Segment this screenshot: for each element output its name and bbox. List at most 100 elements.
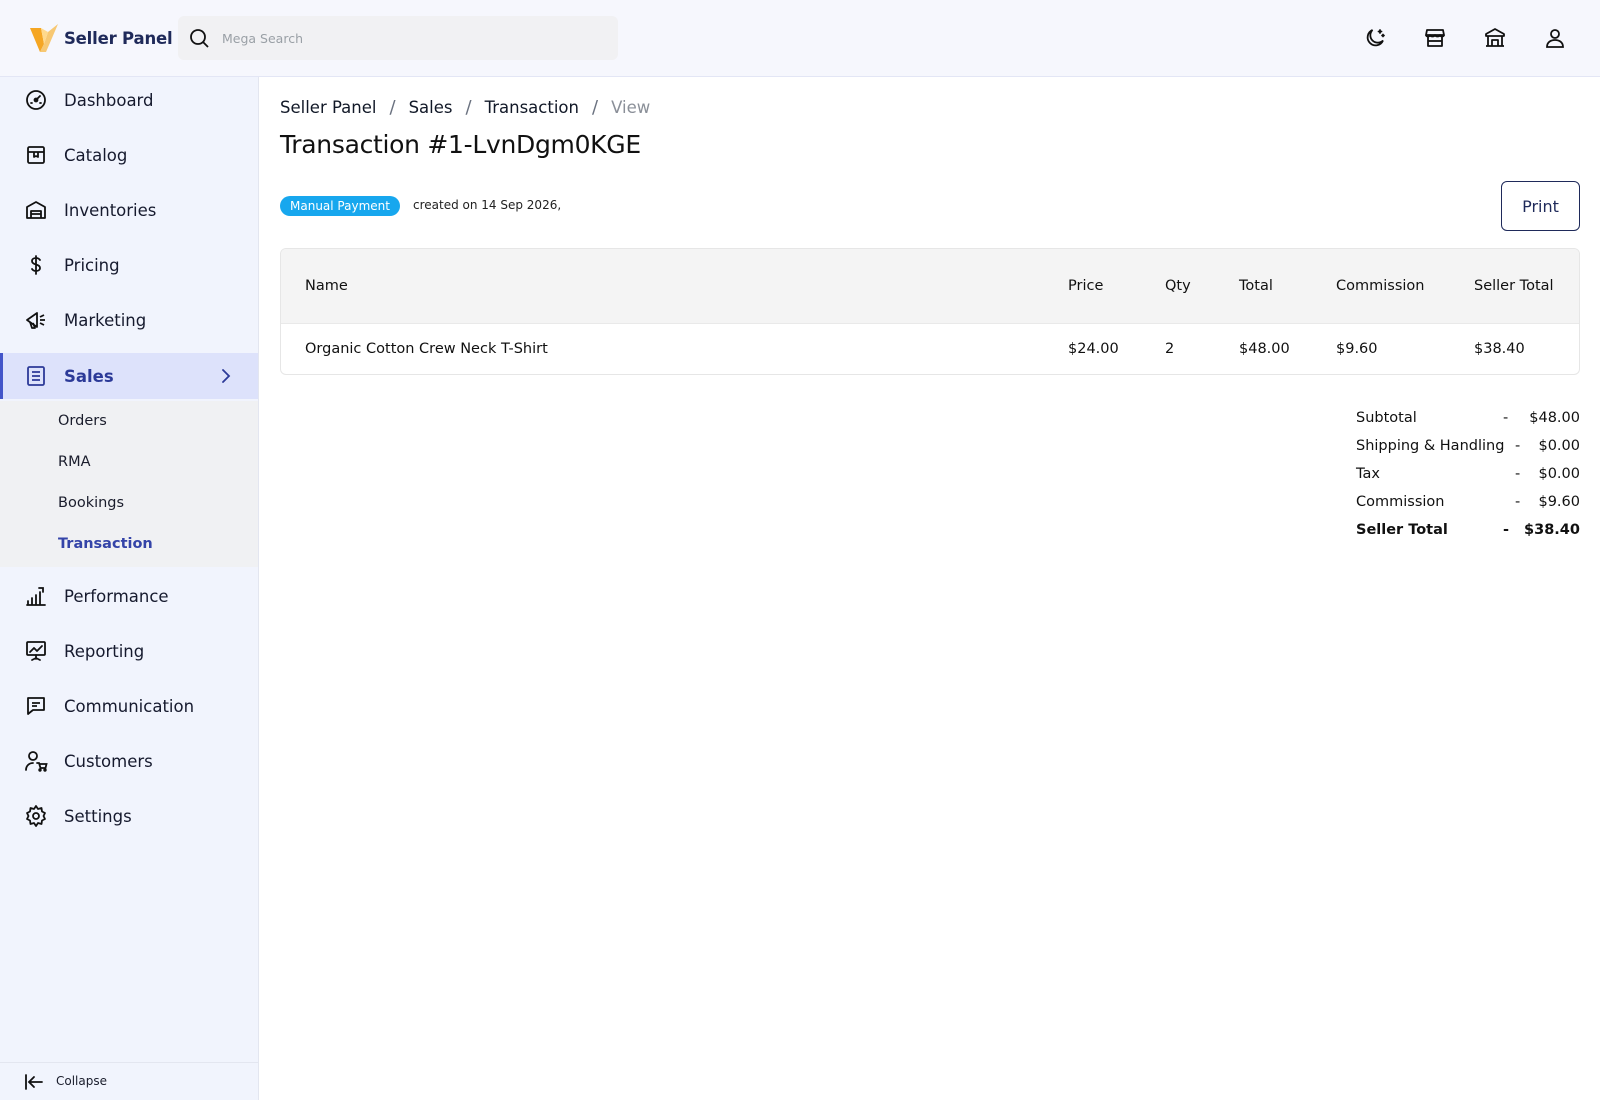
transaction-items-table: Name Price Qty Total Commission Seller T… (280, 248, 1580, 375)
sales-submenu: Orders RMA Bookings Transaction (0, 401, 258, 567)
main-content: Seller Panel / Sales / Transaction / Vie… (259, 77, 1600, 1100)
column-header-price: Price (1068, 277, 1104, 294)
sidebar-item-marketing[interactable]: Marketing (0, 297, 258, 343)
megaphone-icon (24, 308, 48, 332)
table-row: Organic Cotton Crew Neck T-Shirt $24.00 … (281, 323, 1579, 374)
collapse-arrow-icon (24, 1073, 44, 1091)
sidebar-item-catalog[interactable]: Catalog (0, 132, 258, 178)
totals-label: Subtotal (1356, 410, 1417, 426)
brand[interactable]: Seller Panel (28, 22, 173, 54)
cell-price: $24.00 (1068, 341, 1119, 358)
totals-separator: - (1503, 522, 1510, 538)
breadcrumb: Seller Panel / Sales / Transaction / Vie… (280, 97, 650, 118)
chat-icon (24, 694, 48, 718)
chevron-right-icon (216, 366, 236, 386)
print-button[interactable]: Print (1501, 181, 1580, 231)
sidebar-item-label: Catalog (64, 145, 128, 165)
sidebar-item-label: Inventories (64, 200, 157, 220)
totals-value: $0.00 (1538, 466, 1580, 482)
totals-separator: - (1503, 410, 1509, 426)
totals-separator: - (1515, 466, 1521, 482)
box-icon (24, 143, 48, 167)
moon-icon[interactable] (1362, 25, 1388, 51)
cell-total: $48.00 (1239, 341, 1290, 358)
sidebar-item-label: Sales (64, 366, 114, 386)
table-header-row: Name Price Qty Total Commission Seller T… (281, 249, 1579, 323)
user-icon[interactable] (1542, 25, 1568, 51)
search-input[interactable] (222, 26, 602, 50)
sidebar-item-dashboard[interactable]: Dashboard (0, 77, 258, 123)
payment-method-badge: Manual Payment (280, 196, 400, 216)
cell-name: Organic Cotton Crew Neck T-Shirt (305, 341, 548, 358)
created-date: created on 14 Sep 2026, (413, 198, 562, 212)
breadcrumb-transaction[interactable]: Transaction (485, 98, 579, 117)
sidebar-item-customers[interactable]: Customers (0, 738, 258, 784)
column-header-commission: Commission (1336, 277, 1425, 294)
top-header: Seller Panel (0, 0, 1600, 77)
cell-seller-total: $38.40 (1474, 341, 1525, 358)
gear-icon (24, 804, 48, 828)
dollar-icon (24, 253, 48, 277)
totals-value: $38.40 (1524, 522, 1580, 538)
sidebar-item-inventories[interactable]: Inventories (0, 187, 258, 233)
submenu-item-bookings[interactable]: Bookings (58, 495, 124, 511)
brand-logo-icon (28, 22, 60, 54)
totals-label: Shipping & Handling (1356, 438, 1505, 454)
column-header-seller-total: Seller Total (1474, 277, 1554, 294)
institution-icon[interactable] (1482, 25, 1508, 51)
sidebar-item-settings[interactable]: Settings (0, 793, 258, 839)
collapse-button[interactable]: Collapse (0, 1062, 258, 1100)
collapse-label: Collapse (56, 1074, 107, 1088)
sidebar-item-reporting[interactable]: Reporting (0, 628, 258, 674)
totals-row-shipping: Shipping & Handling - $0.00 (1356, 435, 1580, 463)
totals-row-tax: Tax - $0.00 (1356, 463, 1580, 491)
sidebar-item-label: Settings (64, 806, 132, 826)
totals-label: Tax (1356, 466, 1380, 482)
document-icon (24, 364, 48, 388)
breadcrumb-sales[interactable]: Sales (409, 98, 453, 117)
sidebar-item-label: Performance (64, 586, 169, 606)
sidebar-item-label: Reporting (64, 641, 145, 661)
totals-label: Seller Total (1356, 522, 1448, 538)
submenu-item-rma[interactable]: RMA (58, 454, 91, 470)
customers-icon (24, 749, 48, 773)
totals-value: $0.00 (1538, 438, 1580, 454)
sidebar-item-pricing[interactable]: Pricing (0, 242, 258, 288)
totals-row-seller-total: Seller Total - $38.40 (1356, 519, 1580, 547)
totals-value: $48.00 (1529, 410, 1580, 426)
breadcrumb-separator: / (389, 97, 396, 118)
breadcrumb-separator: / (465, 97, 472, 118)
totals-row-commission: Commission - $9.60 (1356, 491, 1580, 519)
cell-qty: 2 (1165, 341, 1175, 358)
warehouse-icon (24, 198, 48, 222)
sidebar-item-label: Marketing (64, 310, 147, 330)
brand-name: Seller Panel (64, 28, 173, 48)
totals-summary: Subtotal - $48.00 Shipping & Handling - … (1356, 407, 1580, 547)
presentation-icon (24, 639, 48, 663)
totals-value: $9.60 (1538, 494, 1580, 510)
sidebar-item-label: Communication (64, 696, 195, 716)
gauge-icon (24, 88, 48, 112)
cell-commission: $9.60 (1336, 341, 1378, 358)
sidebar-item-label: Pricing (64, 255, 120, 275)
bar-chart-icon (24, 584, 48, 608)
column-header-total: Total (1239, 277, 1273, 294)
totals-label: Commission (1356, 494, 1445, 510)
sidebar-item-communication[interactable]: Communication (0, 683, 258, 729)
sidebar: Dashboard Catalog Inventories Pricing Ma… (0, 77, 259, 1100)
totals-separator: - (1515, 438, 1521, 454)
breadcrumb-view: View (611, 98, 651, 117)
column-header-name: Name (305, 277, 348, 294)
sidebar-item-performance[interactable]: Performance (0, 573, 258, 619)
search-icon (188, 27, 210, 49)
submenu-item-transaction[interactable]: Transaction (58, 536, 153, 552)
breadcrumb-seller-panel[interactable]: Seller Panel (280, 98, 377, 117)
sidebar-item-label: Customers (64, 751, 153, 771)
totals-row-subtotal: Subtotal - $48.00 (1356, 407, 1580, 435)
sidebar-item-sales[interactable]: Sales (0, 353, 258, 399)
column-header-qty: Qty (1165, 277, 1191, 294)
submenu-item-orders[interactable]: Orders (58, 413, 107, 429)
totals-separator: - (1515, 494, 1521, 510)
store-icon[interactable] (1422, 25, 1448, 51)
mega-search[interactable] (178, 16, 618, 60)
